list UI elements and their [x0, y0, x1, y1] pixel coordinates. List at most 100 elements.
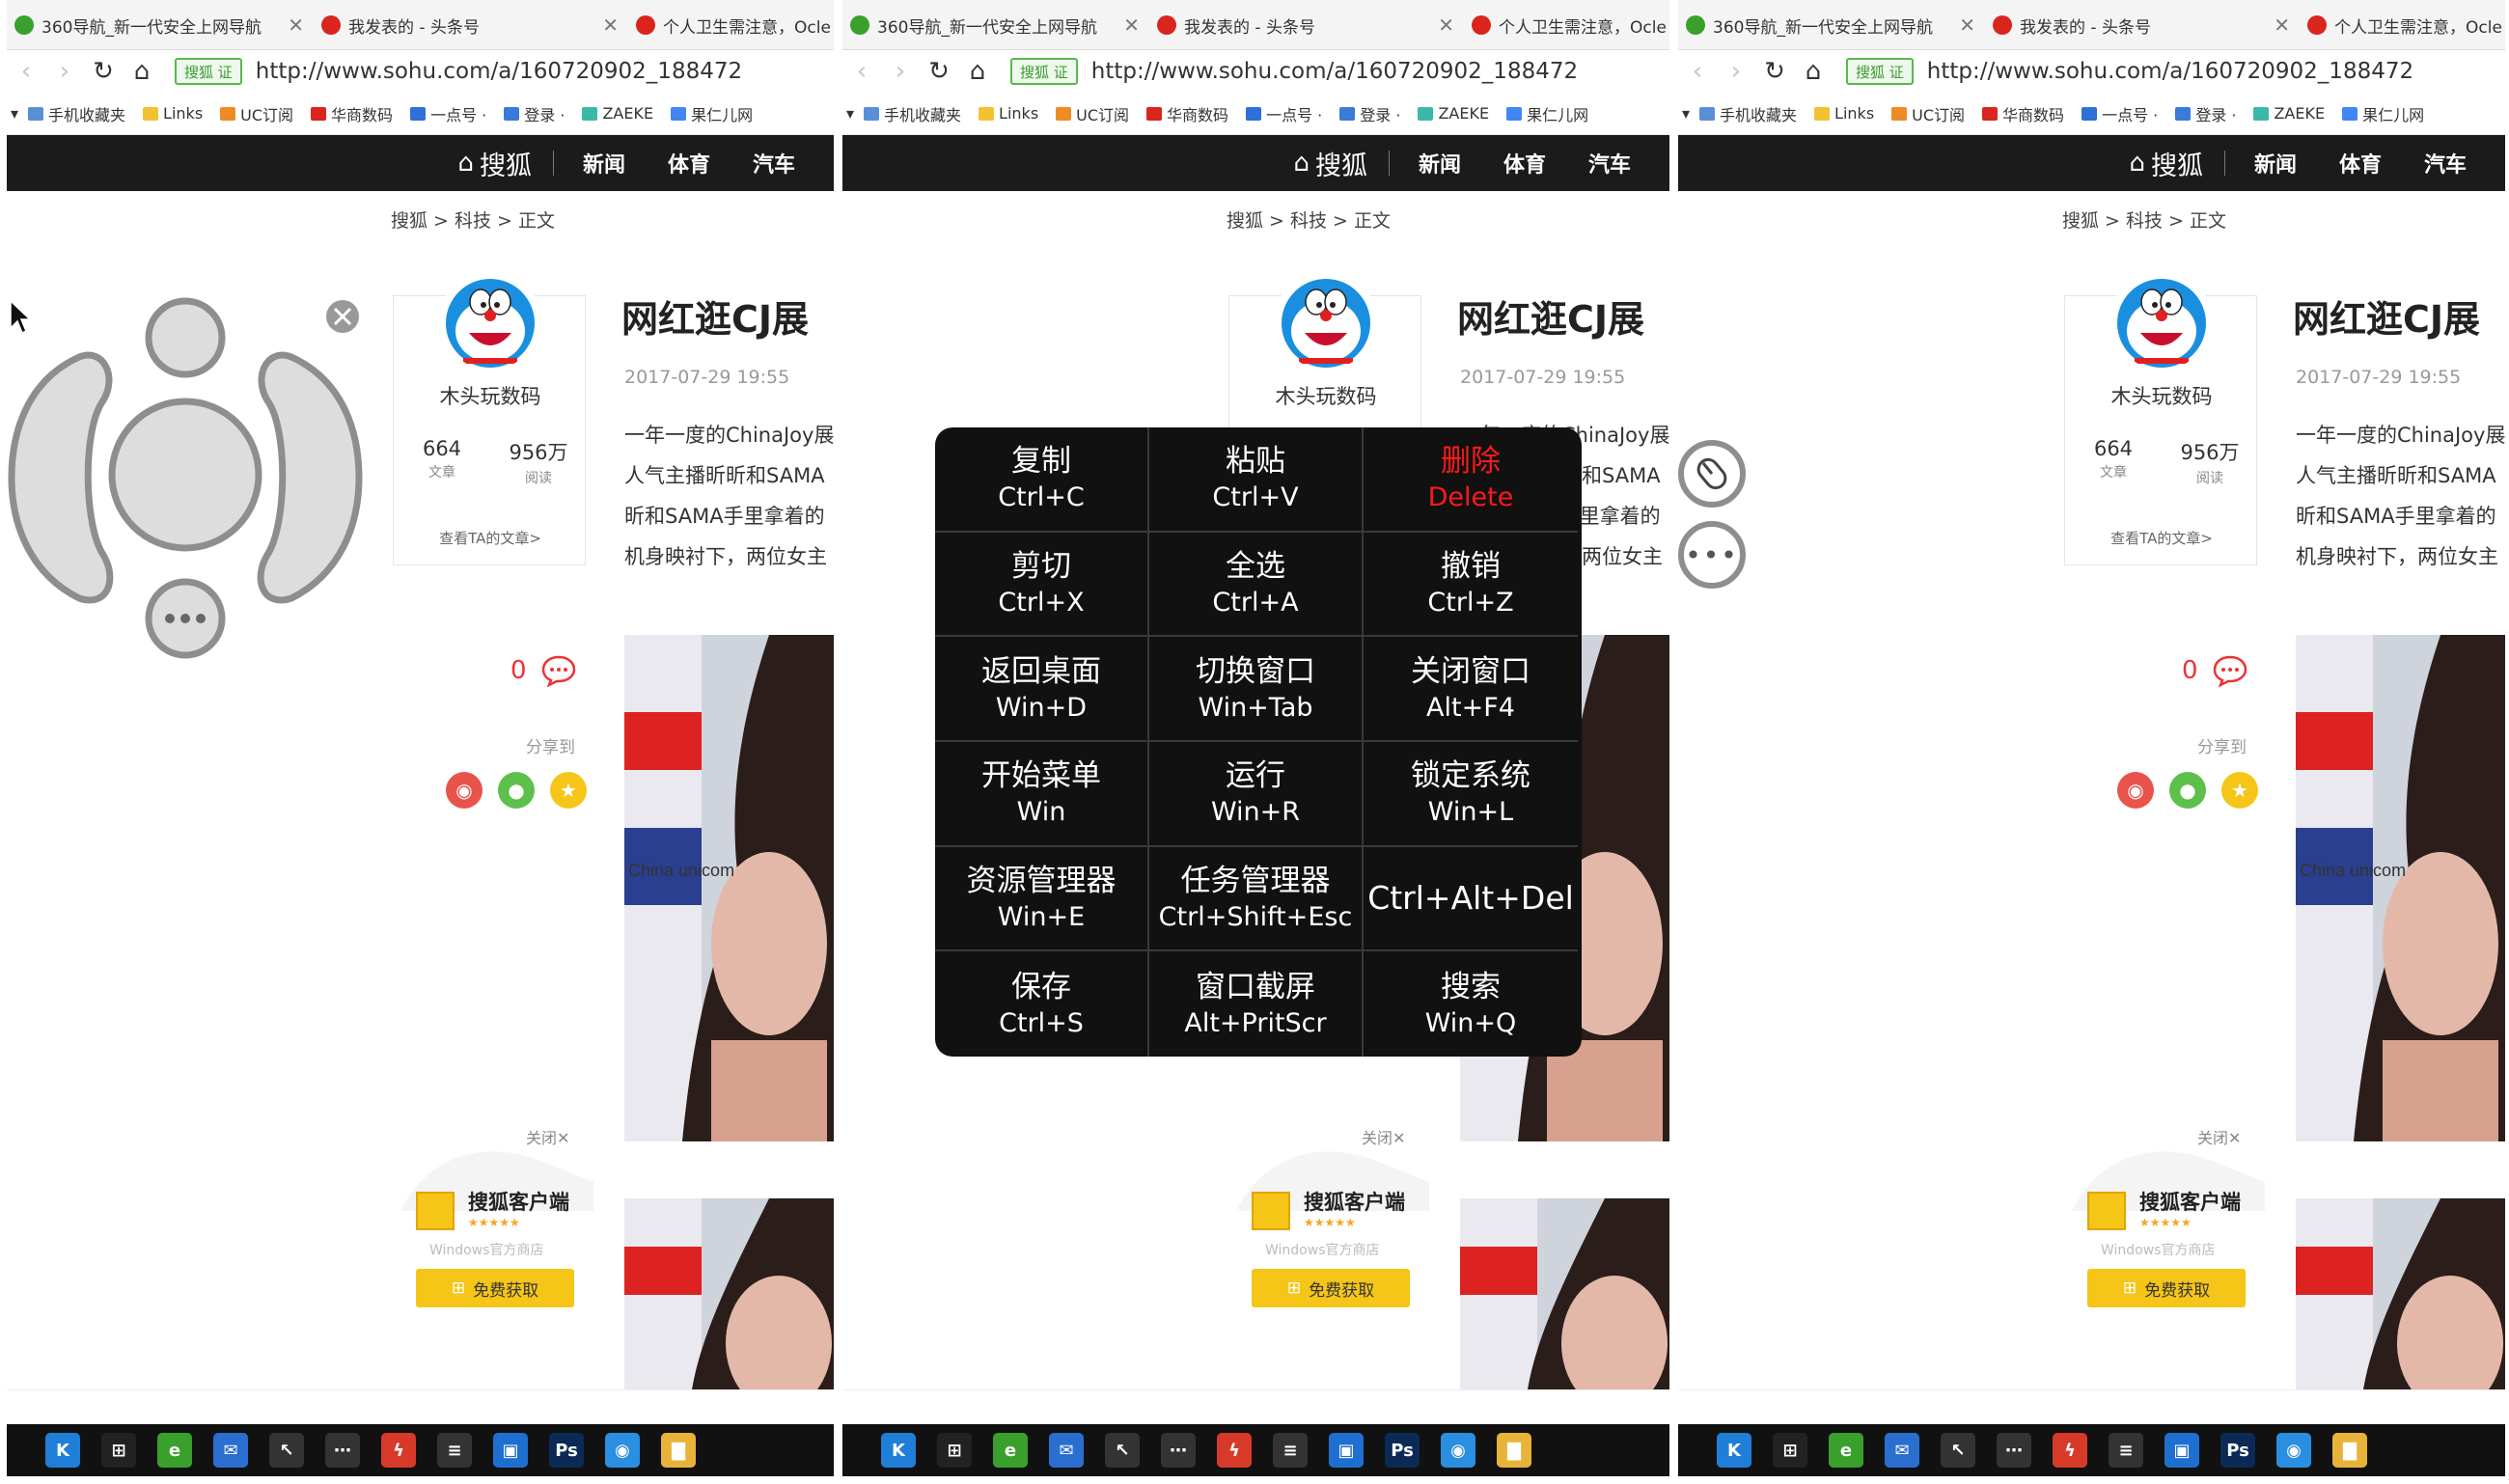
- bookmark-item[interactable]: 登录 ·: [1339, 102, 1400, 125]
- article-photo[interactable]: [1460, 1198, 1669, 1389]
- weibo-icon[interactable]: ◉: [446, 772, 482, 809]
- gesture-left-button[interactable]: [8, 351, 114, 604]
- bookmark-item[interactable]: Links: [979, 104, 1038, 123]
- breadcrumb[interactable]: 搜狐 > 科技 > 正文: [2062, 206, 2226, 233]
- article-photo[interactable]: [624, 1198, 834, 1389]
- forward-icon[interactable]: ›: [1717, 57, 1755, 86]
- bookmark-item[interactable]: 果仁儿网: [671, 102, 753, 125]
- author-name[interactable]: 木头玩数码: [394, 381, 587, 410]
- media-icon[interactable]: ◉: [1441, 1433, 1475, 1468]
- nav-auto[interactable]: 汽车: [753, 148, 795, 179]
- bookmark-item[interactable]: ZAEKE: [2253, 104, 2325, 123]
- tab-close-icon[interactable]: ✕: [1438, 14, 1454, 37]
- pointer-icon[interactable]: ↖: [1941, 1433, 1975, 1468]
- article-photo[interactable]: China unicom: [624, 635, 834, 1141]
- photoshop-icon[interactable]: Ps: [1385, 1433, 1420, 1468]
- url-field[interactable]: http://www.sohu.com/a/160720902_188472: [256, 59, 742, 84]
- get-free-button[interactable]: ⊞ 免费获取: [1252, 1269, 1410, 1307]
- bookmark-item[interactable]: 一点号 ·: [2082, 102, 2158, 125]
- shortcut-item[interactable]: 剪切 Ctrl+X: [935, 532, 1149, 638]
- bookmark-item[interactable]: 华商数码: [311, 102, 393, 125]
- list-icon[interactable]: ≡: [1273, 1433, 1308, 1468]
- flash-icon[interactable]: ϟ: [381, 1433, 416, 1468]
- bookmarks-menu-icon[interactable]: ▾: [11, 104, 18, 123]
- wechat-icon[interactable]: ●: [2169, 772, 2206, 809]
- shortcut-item[interactable]: 切换窗口 Win+Tab: [1149, 637, 1364, 742]
- flash-icon[interactable]: ϟ: [2053, 1433, 2087, 1468]
- browser-tab[interactable]: 360导航_新一代安全上网导航 ✕: [842, 0, 1149, 50]
- bookmark-item[interactable]: 手机收藏夹: [28, 102, 125, 125]
- bookmark-item[interactable]: UC订阅: [1891, 102, 1965, 125]
- nav-sports[interactable]: 体育: [2339, 148, 2382, 179]
- apps-icon[interactable]: ⋯: [1161, 1433, 1196, 1468]
- shortcut-item[interactable]: 删除 Delete: [1364, 427, 1578, 533]
- bookmark-item[interactable]: 果仁儿网: [2342, 102, 2424, 125]
- gesture-up-button[interactable]: [145, 297, 226, 378]
- window-icon[interactable]: ▣: [1329, 1433, 1364, 1468]
- gesture-center-button[interactable]: [108, 398, 262, 552]
- bookmark-item[interactable]: 果仁儿网: [1506, 102, 1588, 125]
- security-badge[interactable]: 搜狐 证: [175, 58, 242, 85]
- bookmark-item[interactable]: 华商数码: [1146, 102, 1228, 125]
- apps-icon[interactable]: ⋯: [325, 1433, 360, 1468]
- home-icon[interactable]: ⌂: [958, 57, 997, 86]
- browser-tab[interactable]: 个人卫生需注意，Ocle: [1464, 0, 1669, 50]
- bookmarks-menu-icon[interactable]: ▾: [846, 104, 854, 123]
- browser-360-icon[interactable]: e: [1829, 1433, 1863, 1468]
- security-badge[interactable]: 搜狐 证: [1846, 58, 1914, 85]
- gesture-right-button[interactable]: [257, 351, 363, 604]
- security-badge[interactable]: 搜狐 证: [1010, 58, 1078, 85]
- shortcut-item[interactable]: 复制 Ctrl+C: [935, 427, 1149, 533]
- bookmark-item[interactable]: UC订阅: [1056, 102, 1129, 125]
- weibo-icon[interactable]: ◉: [2117, 772, 2154, 809]
- kugou-icon[interactable]: K: [1717, 1433, 1751, 1468]
- media-icon[interactable]: ◉: [605, 1433, 640, 1468]
- tab-close-icon[interactable]: ✕: [1959, 14, 1975, 37]
- browser-360-icon[interactable]: e: [993, 1433, 1028, 1468]
- wechat-icon[interactable]: ●: [498, 772, 535, 809]
- reload-icon[interactable]: ↻: [1755, 57, 1794, 86]
- nav-news[interactable]: 新闻: [2254, 148, 2297, 179]
- mail-icon[interactable]: ✉: [1885, 1433, 1919, 1468]
- browser-tab[interactable]: 个人卫生需注意，Ocle: [2300, 0, 2505, 50]
- tab-close-icon[interactable]: ✕: [288, 14, 304, 37]
- window-icon[interactable]: ▣: [493, 1433, 528, 1468]
- back-icon[interactable]: ‹: [842, 57, 881, 86]
- shortcut-item[interactable]: 返回桌面 Win+D: [935, 637, 1149, 742]
- browser-tab[interactable]: 我发表的 - 头条号 ✕: [1149, 0, 1464, 50]
- photoshop-icon[interactable]: Ps: [549, 1433, 584, 1468]
- nav-auto[interactable]: 汽车: [1588, 148, 1631, 179]
- bookmark-item[interactable]: 一点号 ·: [410, 102, 486, 125]
- bookmarks-menu-icon[interactable]: ▾: [1682, 104, 1690, 123]
- browser-360-icon[interactable]: e: [157, 1433, 192, 1468]
- home-icon[interactable]: ⌂: [1794, 57, 1833, 86]
- forward-icon[interactable]: ›: [45, 57, 84, 86]
- author-name[interactable]: 木头玩数码: [2065, 381, 2258, 410]
- comment-counter[interactable]: 0: [510, 654, 577, 687]
- browser-tab[interactable]: 我发表的 - 头条号 ✕: [314, 0, 628, 50]
- media-icon[interactable]: ◉: [2276, 1433, 2311, 1468]
- bookmark-item[interactable]: UC订阅: [220, 102, 293, 125]
- bookmark-item[interactable]: 手机收藏夹: [864, 102, 961, 125]
- nav-news[interactable]: 新闻: [583, 148, 625, 179]
- get-free-button[interactable]: ⊞ 免费获取: [2087, 1269, 2246, 1307]
- bookmark-item[interactable]: ZAEKE: [1418, 104, 1489, 123]
- store-icon[interactable]: ⊞: [1773, 1433, 1807, 1468]
- shortcut-item[interactable]: 撤销 Ctrl+Z: [1364, 533, 1578, 638]
- folder-icon[interactable]: ▇: [661, 1433, 696, 1468]
- article-photo[interactable]: [2296, 1198, 2505, 1389]
- breadcrumb[interactable]: 搜狐 > 科技 > 正文: [1227, 206, 1391, 233]
- shortcut-item[interactable]: 搜索 Win+Q: [1364, 951, 1578, 1057]
- floating-mouse-button[interactable]: [1678, 440, 1746, 508]
- shortcut-item[interactable]: 资源管理器 Win+E: [935, 846, 1149, 952]
- browser-tab[interactable]: 个人卫生需注意，Ocle: [628, 0, 834, 50]
- nav-sports[interactable]: 体育: [668, 148, 710, 179]
- avatar[interactable]: [440, 269, 540, 370]
- nav-news[interactable]: 新闻: [1419, 148, 1461, 179]
- browser-tab[interactable]: 360导航_新一代安全上网导航 ✕: [7, 0, 314, 50]
- folder-icon[interactable]: ▇: [2332, 1433, 2367, 1468]
- bookmark-item[interactable]: 手机收藏夹: [1699, 102, 1797, 125]
- pointer-icon[interactable]: ↖: [1105, 1433, 1140, 1468]
- back-icon[interactable]: ‹: [1678, 57, 1717, 86]
- shortcut-item[interactable]: 全选 Ctrl+A: [1149, 532, 1364, 638]
